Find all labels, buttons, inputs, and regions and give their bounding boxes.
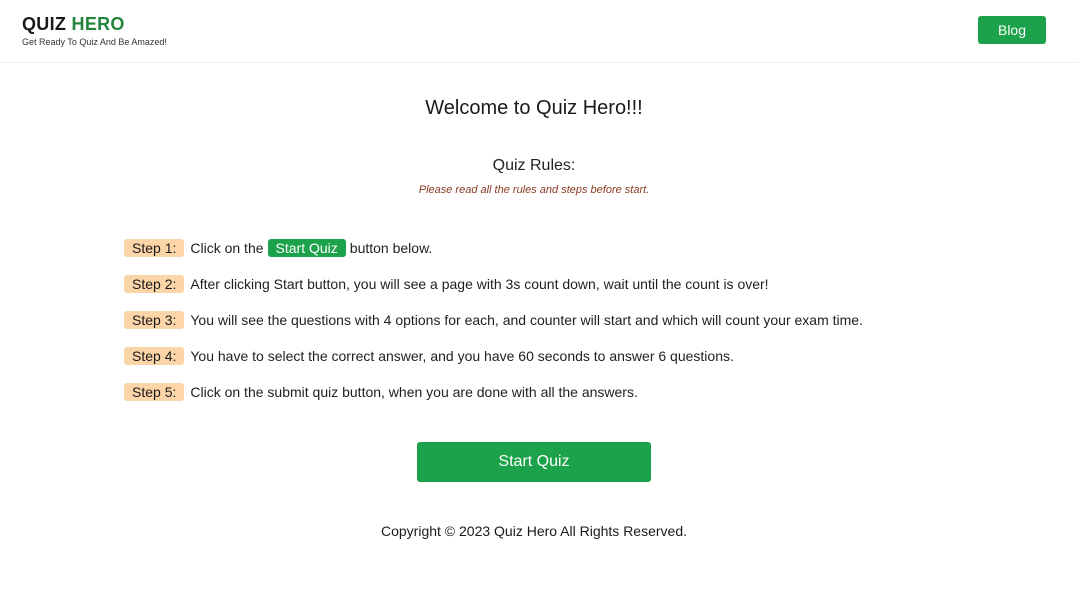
step-text: button below. [349,239,433,256]
blog-button[interactable]: Blog [978,16,1046,44]
step-badge: Step 3: [124,310,185,329]
step-1: Step 1: Click on the Start Quiz button b… [124,238,1024,257]
rules-title: Quiz Rules: [492,157,576,174]
brand[interactable]: QUIZ HERO Get Ready To Quiz And Be Amaze… [22,14,167,48]
brand-tagline: Get Ready To Quiz And Be Amazed! [22,37,167,47]
steps-list: Step 1: Click on the Start Quiz button b… [124,238,1024,418]
step-badge: Step 5: [124,382,185,401]
step-text: You have to select the correct answer, a… [190,347,734,364]
brand-title: QUIZ HERO [22,14,167,34]
step-text: Click on the [190,239,264,256]
step-badge: Step 1: [124,238,185,257]
step-5: Step 5: Click on the submit quiz button,… [124,382,1024,401]
inline-start-quiz-label: Start Quiz [267,238,346,257]
step-text: Click on the submit quiz button, when yo… [190,383,638,400]
rules-note: Please read all the rules and steps befo… [418,184,650,196]
step-3: Step 3: You will see the questions with … [124,310,1024,329]
step-text: You will see the questions with 4 option… [190,311,863,328]
brand-word-quiz: QUIZ [22,14,67,34]
step-text: After clicking Start button, you will se… [190,275,769,292]
step-badge: Step 2: [124,274,185,293]
welcome-heading: Welcome to Quiz Hero!!! [425,97,643,119]
step-badge: Step 4: [124,346,185,365]
brand-word-hero: HERO [71,14,125,34]
step-2: Step 2: After clicking Start button, you… [124,274,1024,293]
start-quiz-button[interactable]: Start Quiz [417,442,651,482]
step-4: Step 4: You have to select the correct a… [124,346,1024,365]
site-header: QUIZ HERO Get Ready To Quiz And Be Amaze… [0,0,1078,63]
copyright: Copyright © 2023 Quiz Hero All Rights Re… [380,523,687,539]
